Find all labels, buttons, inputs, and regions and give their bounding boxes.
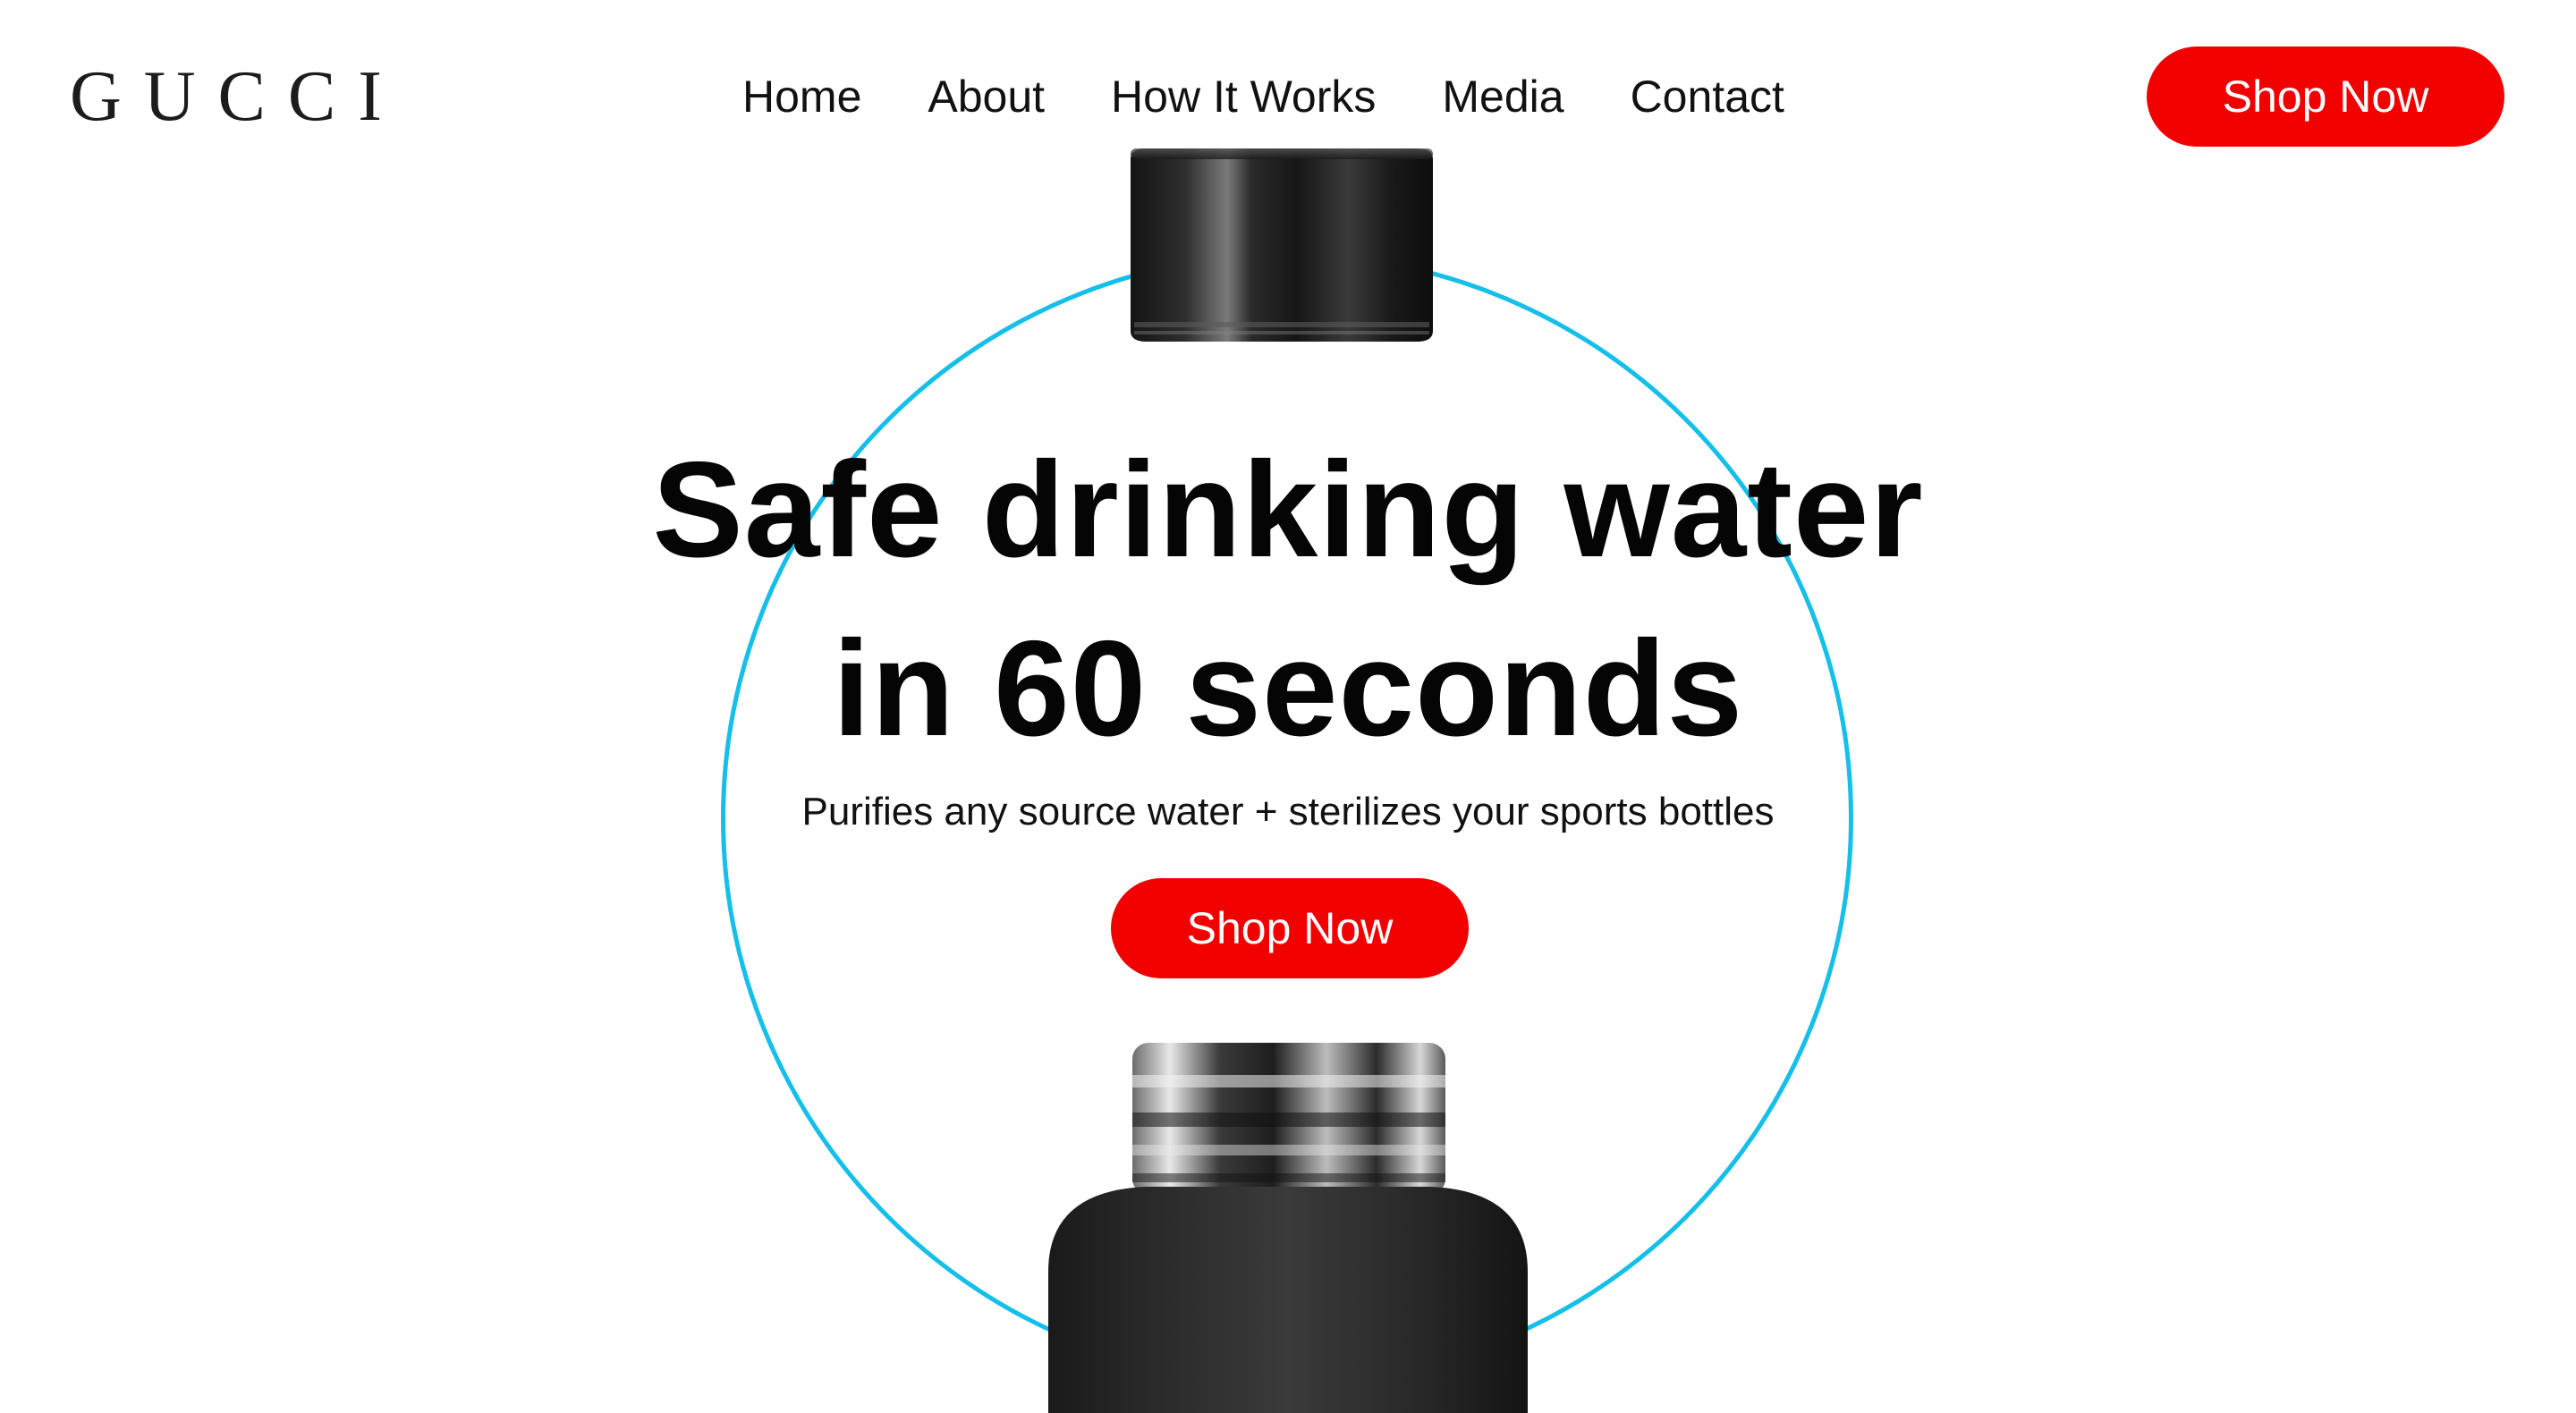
landing-page: GUCCI Home About How It Works Media Cont… [0, 0, 2576, 1413]
nav-link-how-it-works[interactable]: How It Works [1111, 70, 1376, 123]
main-nav: Home About How It Works Media Contact [742, 70, 1784, 123]
nav-link-home[interactable]: Home [742, 70, 861, 123]
bottle-body-image [1048, 1043, 1528, 1413]
hero-headline: Safe drinking water in 60 seconds [394, 420, 2182, 778]
nav-link-media[interactable]: Media [1442, 70, 1563, 123]
nav-link-contact[interactable]: Contact [1631, 70, 1784, 123]
hero-shop-now-button[interactable]: Shop Now [1111, 878, 1469, 978]
hero-headline-line2: in 60 seconds [832, 613, 1744, 765]
bottle-cap-image [1131, 148, 1433, 342]
brand-logo[interactable]: GUCCI [70, 61, 404, 132]
nav-link-about[interactable]: About [928, 70, 1045, 123]
header-shop-now-button[interactable]: Shop Now [2147, 47, 2504, 147]
hero-headline-line1: Safe drinking water [652, 434, 1924, 586]
hero-subheadline: Purifies any source water + sterilizes y… [801, 790, 1775, 833]
